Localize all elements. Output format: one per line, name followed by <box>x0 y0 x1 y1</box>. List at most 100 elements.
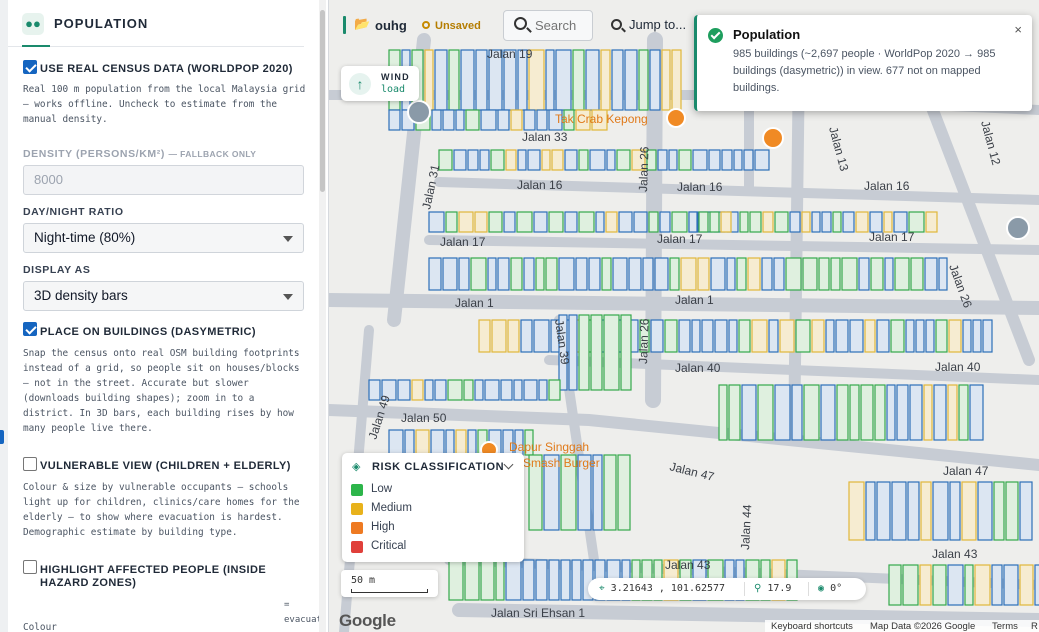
building-footprint[interactable] <box>484 379 500 401</box>
building-footprint[interactable] <box>488 211 503 233</box>
building-footprint[interactable] <box>464 559 480 601</box>
building-footprint[interactable] <box>982 319 993 353</box>
building-footprint[interactable] <box>907 481 920 541</box>
building-footprint[interactable] <box>743 149 754 171</box>
building-footprint[interactable] <box>830 257 841 291</box>
building-footprint[interactable] <box>548 559 560 601</box>
building-footprint[interactable] <box>785 257 802 291</box>
building-footprint[interactable] <box>1005 481 1019 541</box>
building-footprint[interactable] <box>523 109 536 131</box>
dasymetric-checkbox[interactable] <box>23 322 37 336</box>
keyboard-shortcuts-link[interactable]: Keyboard shortcuts <box>771 621 853 632</box>
building-footprint[interactable] <box>924 257 938 291</box>
building-footprint[interactable] <box>507 319 520 353</box>
building-footprint[interactable] <box>849 384 860 441</box>
building-footprint[interactable] <box>669 257 680 291</box>
building-footprint[interactable] <box>870 257 884 291</box>
building-footprint[interactable] <box>768 319 779 353</box>
display-as-select[interactable]: 3D density bars <box>23 281 304 311</box>
building-footprint[interactable] <box>617 454 631 531</box>
building-footprint[interactable] <box>902 564 919 606</box>
building-footprint[interactable] <box>548 379 561 401</box>
building-footprint[interactable] <box>589 149 606 171</box>
building-footprint[interactable] <box>467 429 477 456</box>
building-footprint[interactable] <box>1019 481 1033 541</box>
building-footprint[interactable] <box>545 49 555 111</box>
building-footprint[interactable] <box>893 211 908 233</box>
search-box[interactable] <box>503 10 593 41</box>
building-footprint[interactable] <box>503 211 516 233</box>
building-footprint[interactable] <box>896 384 909 441</box>
building-footprint[interactable] <box>445 429 455 456</box>
building-footprint[interactable] <box>415 429 430 456</box>
building-footprint[interactable] <box>430 429 445 456</box>
building-footprint[interactable] <box>551 149 564 171</box>
building-footprint[interactable] <box>661 49 671 111</box>
building-footprint[interactable] <box>909 384 923 441</box>
building-footprint[interactable] <box>638 49 649 111</box>
building-footprint[interactable] <box>726 257 736 291</box>
building-footprint[interactable] <box>478 319 491 353</box>
building-footprint[interactable] <box>474 211 488 233</box>
building-footprint[interactable] <box>404 429 415 456</box>
building-footprint[interactable] <box>925 211 938 233</box>
building-footprint[interactable] <box>520 319 533 353</box>
building-footprint[interactable] <box>977 481 993 541</box>
building-footprint[interactable] <box>388 429 404 456</box>
building-footprint[interactable] <box>818 257 830 291</box>
building-footprint[interactable] <box>802 257 818 291</box>
building-footprint[interactable] <box>513 379 523 401</box>
building-footprint[interactable] <box>533 319 550 353</box>
building-footprint[interactable] <box>535 559 548 601</box>
building-footprint[interactable] <box>736 257 747 291</box>
building-footprint[interactable] <box>510 257 523 291</box>
building-footprint[interactable] <box>964 564 974 606</box>
building-footprint[interactable] <box>849 319 864 353</box>
building-footprint[interactable] <box>650 319 664 353</box>
building-footprint[interactable] <box>811 319 825 353</box>
building-footprint[interactable] <box>865 481 876 541</box>
building-footprint[interactable] <box>718 384 728 441</box>
building-footprint[interactable] <box>490 149 505 171</box>
building-footprint[interactable] <box>397 379 411 401</box>
building-footprint[interactable] <box>848 481 865 541</box>
building-footprint[interactable] <box>935 319 948 353</box>
building-footprint[interactable] <box>588 257 601 291</box>
building-footprint[interactable] <box>691 319 701 353</box>
building-footprint[interactable] <box>649 49 661 111</box>
building-footprint[interactable] <box>606 149 616 171</box>
building-footprint[interactable] <box>564 149 578 171</box>
building-footprint[interactable] <box>801 211 811 233</box>
building-footprint[interactable] <box>447 379 463 401</box>
dasymetric-checkbox-label[interactable]: PLACE ON BUILDINGS (DASYMETRIC) <box>40 326 256 338</box>
building-footprint[interactable] <box>578 149 589 171</box>
building-footprint[interactable] <box>428 211 445 233</box>
building-footprint[interactable] <box>678 319 691 353</box>
building-footprint[interactable] <box>475 49 488 111</box>
panel-scrollbar-thumb[interactable] <box>320 10 325 192</box>
building-footprint[interactable] <box>923 384 933 441</box>
building-footprint[interactable] <box>894 257 910 291</box>
building-footprint[interactable] <box>618 211 633 233</box>
building-footprint[interactable] <box>467 149 479 171</box>
affected-checkbox[interactable] <box>23 560 37 574</box>
building-footprint[interactable] <box>974 564 991 606</box>
building-footprint[interactable] <box>522 559 535 601</box>
building-footprint[interactable] <box>738 319 751 353</box>
building-footprint[interactable] <box>612 257 628 291</box>
building-footprint[interactable] <box>470 257 487 291</box>
building-footprint[interactable] <box>555 49 572 111</box>
building-footprint[interactable] <box>585 49 600 111</box>
wind-widget[interactable]: ↑ WIND load <box>341 66 419 101</box>
building-footprint[interactable] <box>932 481 949 541</box>
building-footprint[interactable] <box>523 379 538 401</box>
building-footprint[interactable] <box>458 211 474 233</box>
building-footprint[interactable] <box>733 149 743 171</box>
building-footprint[interactable] <box>969 384 984 441</box>
building-footprint[interactable] <box>590 314 603 391</box>
census-checkbox-label[interactable]: USE REAL CENSUS DATA (WORLDPOP 2020) <box>40 63 293 75</box>
terms-link[interactable]: Terms <box>992 621 1018 632</box>
building-footprint[interactable] <box>642 257 654 291</box>
building-footprint[interactable] <box>500 379 513 401</box>
building-footprint[interactable] <box>888 564 902 606</box>
